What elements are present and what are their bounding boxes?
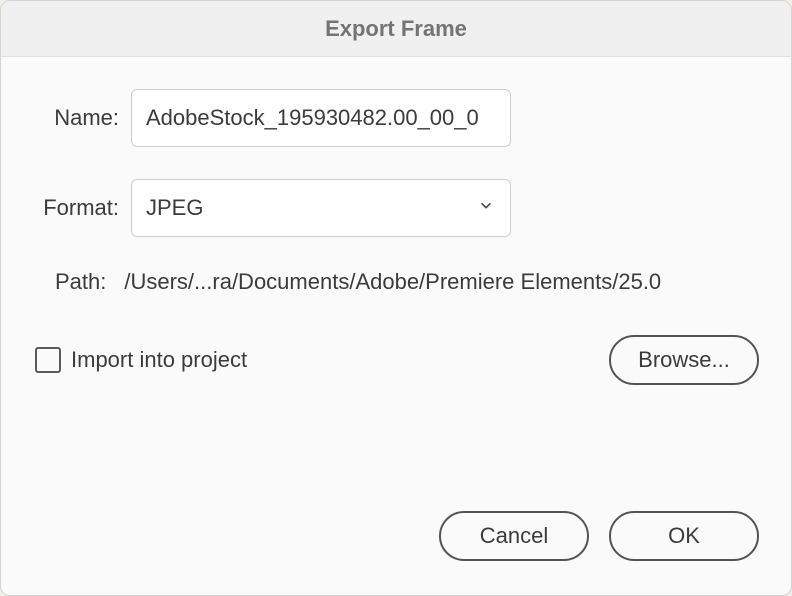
format-select[interactable]: JPEG bbox=[131, 179, 511, 237]
dialog-titlebar: Export Frame bbox=[1, 1, 791, 57]
dialog-content: Name: AdobeStock_195930482.00_00_0 Forma… bbox=[1, 57, 791, 595]
ok-button[interactable]: OK bbox=[609, 511, 759, 561]
import-checkbox-wrapper[interactable]: Import into project bbox=[35, 347, 247, 373]
path-value: /Users/...ra/Documents/Adobe/Premiere El… bbox=[124, 269, 661, 295]
name-input[interactable]: AdobeStock_195930482.00_00_0 bbox=[131, 89, 511, 147]
export-frame-dialog: Export Frame Name: AdobeStock_195930482.… bbox=[0, 0, 792, 596]
format-select-value: JPEG bbox=[131, 179, 511, 237]
dialog-title: Export Frame bbox=[325, 16, 467, 42]
cancel-button[interactable]: Cancel bbox=[439, 511, 589, 561]
browse-button[interactable]: Browse... bbox=[609, 335, 759, 385]
import-checkbox-label: Import into project bbox=[71, 347, 247, 373]
format-row: Format: JPEG bbox=[31, 179, 761, 237]
dialog-button-row: Cancel OK bbox=[31, 511, 761, 571]
name-input-value: AdobeStock_195930482.00_00_0 bbox=[146, 105, 479, 131]
checkbox-browse-row: Import into project Browse... bbox=[31, 335, 761, 385]
name-row: Name: AdobeStock_195930482.00_00_0 bbox=[31, 89, 761, 147]
name-label: Name: bbox=[31, 105, 131, 131]
import-checkbox[interactable] bbox=[35, 347, 61, 373]
path-row: Path: /Users/...ra/Documents/Adobe/Premi… bbox=[31, 269, 761, 295]
path-label: Path: bbox=[55, 269, 106, 295]
format-label: Format: bbox=[31, 195, 131, 221]
